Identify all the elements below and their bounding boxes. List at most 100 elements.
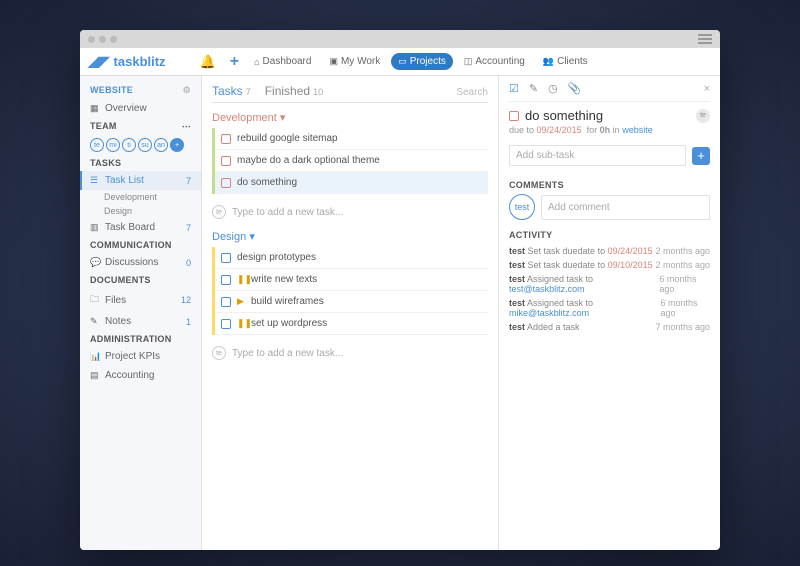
subtask-input[interactable]: Add sub-task (509, 145, 686, 166)
team-member[interactable]: su (138, 138, 152, 152)
team-add[interactable]: + (170, 138, 184, 152)
comment-input[interactable]: Add comment (541, 195, 710, 220)
activity-row: test Assigned task to test@taskblitz.com… (509, 272, 710, 296)
activity-row: test Set task duedate to 09/24/20152 mon… (509, 244, 710, 258)
task-row[interactable]: ❚❚set up wordpress (215, 313, 488, 335)
group-design[interactable]: Design ▾ (212, 230, 488, 243)
clock-icon[interactable]: ◷ (548, 82, 558, 95)
new-task-input[interactable]: teType to add a new task... (212, 341, 488, 365)
home-icon: ⌂ (254, 57, 259, 67)
checkbox[interactable] (221, 134, 231, 144)
chart-icon: ◫ (464, 56, 473, 67)
sidebar-tasks-header: TASKS (80, 155, 201, 171)
nav-dashboard[interactable]: ⌂Dashboard (247, 53, 318, 70)
checkbox[interactable] (221, 156, 231, 166)
gear-icon[interactable]: ⚙ (183, 85, 191, 96)
checkbox[interactable] (221, 297, 231, 307)
task-row[interactable]: maybe do a dark optional theme (215, 150, 488, 172)
task-row[interactable]: rebuild google sitemap (215, 128, 488, 150)
attach-icon[interactable]: 📎 (568, 82, 582, 95)
sidebar-notes[interactable]: ✎Notes1 (80, 312, 201, 331)
checkbox[interactable] (509, 111, 519, 121)
activity-row: test Assigned task to mike@taskblitz.com… (509, 296, 710, 320)
group-development[interactable]: Development ▾ (212, 111, 488, 124)
avatar: te (212, 346, 226, 360)
new-task-input[interactable]: teType to add a new task... (212, 200, 488, 224)
sidebar-comm-header: COMMUNICATION (80, 237, 201, 253)
team-avatars: te mi ti su an + (80, 135, 201, 155)
task-row[interactable]: ❚❚write new texts (215, 269, 488, 291)
folder-icon: 🗀 (90, 292, 100, 308)
sidebar-dev[interactable]: Development (80, 190, 201, 204)
chat-icon: 💬 (90, 257, 100, 268)
bell-icon[interactable]: 🔔 (200, 54, 216, 70)
sidebar: WEBSITE ⚙ ▦Overview TEAM⋯ te mi ti su an… (80, 76, 202, 550)
folder-icon: ▭ (398, 56, 407, 67)
tasks-column: Tasks7 Finished10 Search Development ▾ r… (202, 76, 498, 550)
chevron-down-icon: ▾ (280, 112, 286, 124)
avatar: te (212, 205, 226, 219)
tab-tasks[interactable]: Tasks7 (212, 84, 251, 98)
sidebar-team-header: TEAM⋯ (80, 118, 201, 135)
sidebar-design[interactable]: Design (80, 204, 201, 218)
sidebar-discussions[interactable]: 💬Discussions0 (80, 253, 201, 272)
list-icon: ☰ (90, 175, 100, 186)
sidebar-tasklist[interactable]: ☰Task List7 (80, 171, 201, 190)
activity-row: test Added a task7 months ago (509, 320, 710, 334)
checkbox[interactable] (221, 319, 231, 329)
brand-logo[interactable]: ◢◤ taskblitz (88, 53, 166, 70)
team-member[interactable]: mi (106, 138, 120, 152)
app-window: ◢◤ taskblitz 🔔 + ⌂Dashboard ▣My Work ▭Pr… (80, 30, 720, 550)
sidebar-overview[interactable]: ▦Overview (80, 99, 201, 118)
checkbox[interactable] (221, 253, 231, 263)
sidebar-kpis[interactable]: 📊Project KPIs (80, 347, 201, 366)
task-row[interactable]: design prototypes (215, 247, 488, 269)
checkbox[interactable] (221, 178, 231, 188)
detail-panel: ☑ ✎ ◷ 📎 × do something te due to 09/24/2… (498, 76, 720, 550)
comment-avatar: test (509, 194, 535, 220)
brand-text: taskblitz (114, 54, 166, 69)
add-icon[interactable]: + (230, 53, 239, 71)
sidebar-taskboard[interactable]: ▥Task Board7 (80, 218, 201, 237)
more-icon[interactable]: ⋯ (182, 121, 191, 132)
nav-clients[interactable]: 👥Clients (536, 53, 595, 70)
tab-finished[interactable]: Finished10 (265, 84, 323, 98)
task-row[interactable]: do something (215, 172, 488, 194)
pause-icon: ❚❚ (237, 274, 245, 285)
edit-icon[interactable]: ✎ (529, 82, 538, 95)
tasks-tabs: Tasks7 Finished10 Search (212, 84, 488, 103)
grid-icon: ▦ (90, 103, 100, 114)
board-icon: ▥ (90, 222, 100, 233)
activity-header: ACTIVITY (509, 230, 710, 240)
nav-mywork[interactable]: ▣My Work (322, 53, 387, 70)
sidebar-files[interactable]: 🗀Files12 (80, 288, 201, 312)
nav-accounting[interactable]: ◫Accounting (457, 53, 532, 70)
subtask-add-button[interactable]: + (692, 147, 710, 165)
team-member[interactable]: ti (122, 138, 136, 152)
sidebar-docs-header: DOCUMENTS (80, 272, 201, 288)
pause-icon: ❚❚ (237, 318, 245, 329)
task-meta: due to 09/24/2015 for 0h in website (509, 125, 710, 141)
nav-projects[interactable]: ▭Projects (391, 53, 453, 70)
task-title: do something (525, 108, 690, 123)
money-icon: ▤ (90, 370, 100, 381)
check-icon[interactable]: ☑ (509, 82, 519, 95)
people-icon: 👥 (543, 56, 554, 67)
task-row[interactable]: ▶build wireframes (215, 291, 488, 313)
team-member[interactable]: an (154, 138, 168, 152)
search-input[interactable]: Search (456, 87, 488, 98)
window-controls[interactable] (88, 36, 117, 43)
briefcase-icon: ▣ (329, 56, 338, 67)
team-member[interactable]: te (90, 138, 104, 152)
logo-icon: ◢◤ (88, 53, 110, 70)
close-icon[interactable]: × (704, 83, 710, 95)
play-icon: ▶ (237, 296, 245, 307)
top-nav: ◢◤ taskblitz 🔔 + ⌂Dashboard ▣My Work ▭Pr… (80, 48, 720, 76)
kpi-icon: 📊 (90, 351, 100, 362)
sidebar-admin-header: ADMINISTRATION (80, 331, 201, 347)
menu-icon[interactable] (698, 34, 712, 44)
assignee-badge[interactable]: te (696, 109, 710, 123)
sidebar-accounting[interactable]: ▤Accounting (80, 366, 201, 385)
checkbox[interactable] (221, 275, 231, 285)
comments-header: COMMENTS (509, 180, 710, 190)
